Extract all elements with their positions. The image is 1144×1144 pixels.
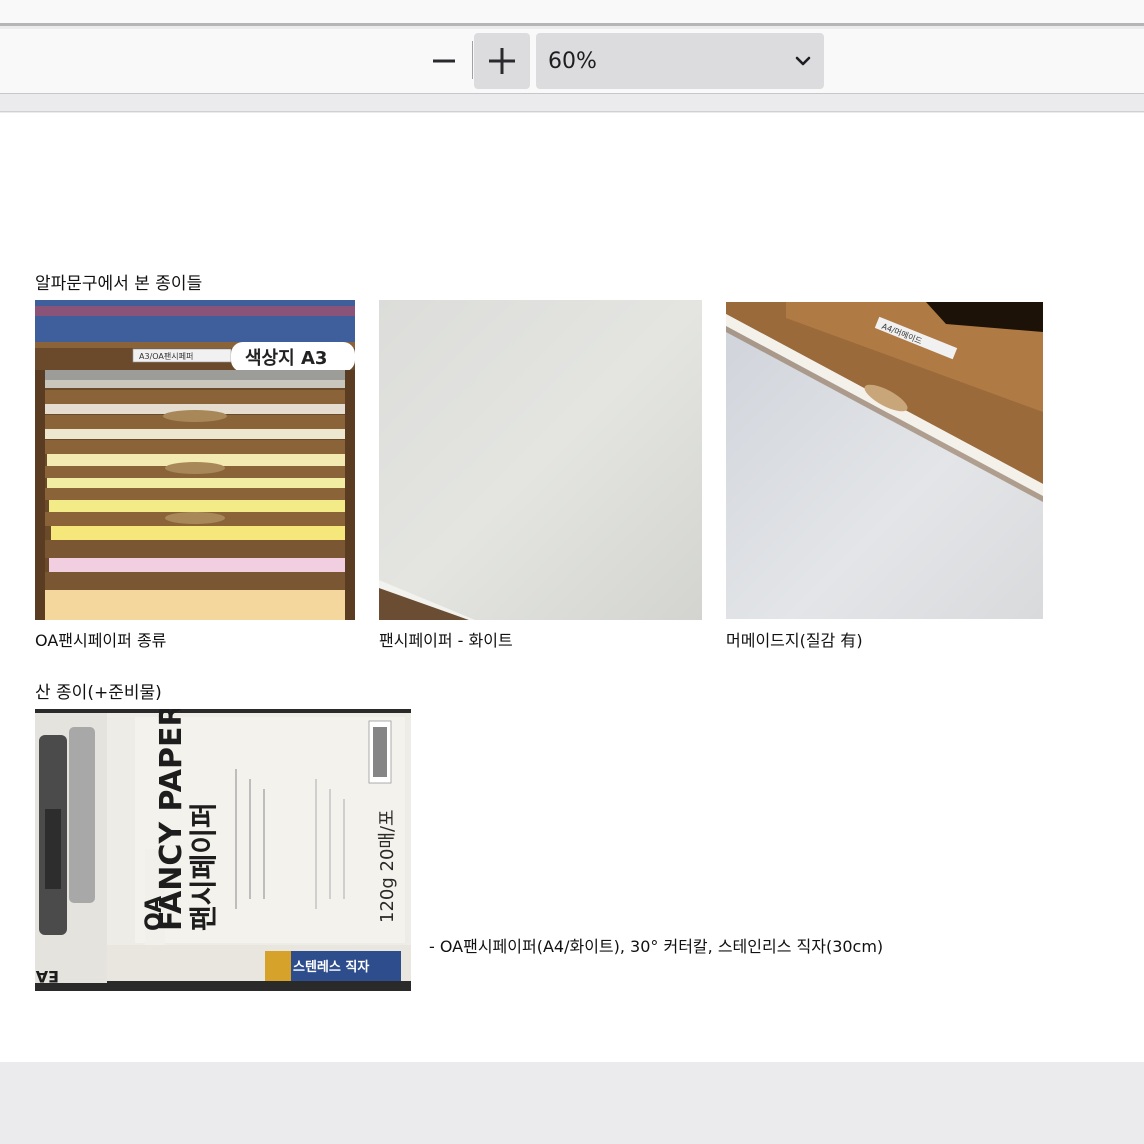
package-title-ko: 팬시페이퍼 bbox=[187, 802, 220, 931]
toolbar-shadow-strip bbox=[0, 94, 1144, 112]
chevron-down-icon bbox=[795, 56, 811, 66]
zoom-in-button[interactable] bbox=[474, 33, 530, 89]
section-heading-papers-seen: 알파문구에서 본 종이들 bbox=[35, 274, 203, 294]
pdf-toolbar: 60% bbox=[0, 29, 1144, 94]
toolbar-separator bbox=[472, 41, 473, 79]
minus-icon bbox=[433, 59, 455, 63]
package-brand: OA bbox=[142, 896, 167, 931]
photo-caption-mermaid-paper: 머메이드지(질감 有) bbox=[726, 631, 863, 650]
ruler-label: 스텐레스 직자 bbox=[293, 959, 369, 975]
zoom-level-value: 60% bbox=[548, 48, 597, 74]
photo-oa-fancy-paper-shelf: A3/OA팬시페퍼 색상지 A3 bbox=[35, 300, 355, 620]
zoom-out-button[interactable] bbox=[416, 33, 472, 89]
photo-caption-fancy-paper-white: 팬시페이퍼 - 화이트 bbox=[379, 631, 513, 650]
document-page: 알파문구에서 본 종이들 A3/OA팬시페퍼 색상지 A3 OA팬시페이퍼 종류… bbox=[0, 113, 1144, 1062]
photo-caption-oa-fancy-paper: OA팬시페이퍼 종류 bbox=[35, 631, 167, 650]
shelf-small-label: A3/OA팬시페퍼 bbox=[139, 351, 193, 361]
cutter-label: EASY 30 bbox=[35, 967, 59, 986]
section-heading-purchased-paper: 산 종이(+준비물) bbox=[35, 683, 162, 703]
shelf-big-label: 색상지 A3 bbox=[245, 348, 327, 369]
photo-mermaid-paper: A4/머메이드 bbox=[726, 302, 1043, 619]
purchased-items-note: - OA팬시페이퍼(A4/화이트), 30° 커터칼, 스테인리스 직자(30c… bbox=[429, 937, 884, 956]
photo-purchased-items: FANCY PAPER 팬시페이퍼 OA 120g 20매/포 EA 스텐레스 … bbox=[35, 709, 411, 991]
plus-icon bbox=[489, 48, 515, 74]
photo-fancy-paper-white bbox=[379, 300, 702, 620]
package-weight: 120g 20매/포 bbox=[377, 809, 398, 923]
window-top-strip bbox=[0, 0, 1144, 26]
zoom-level-select[interactable]: 60% bbox=[536, 33, 824, 89]
